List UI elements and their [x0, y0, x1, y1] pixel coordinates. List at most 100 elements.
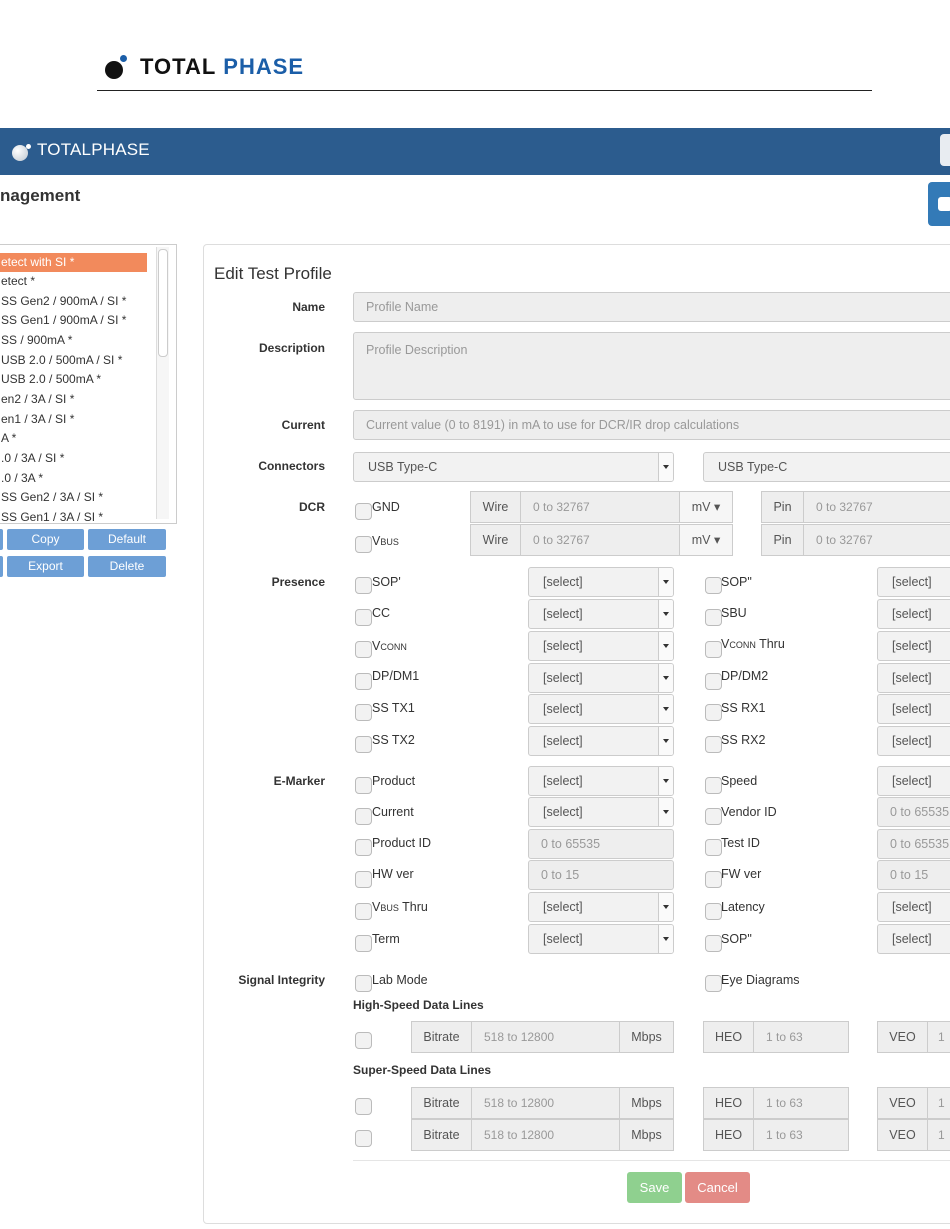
ssrx1-checkbox[interactable] [705, 704, 722, 721]
super-speed-2-veo-input[interactable]: 1 [927, 1119, 950, 1151]
profile-list-item[interactable]: SS Gen1 / 3A / SI * [0, 508, 147, 523]
gnd-pin-input[interactable]: 0 to 32767 [803, 491, 950, 523]
term-select[interactable]: [select] [528, 924, 674, 954]
profile-name-input[interactable]: Profile Name [353, 292, 950, 322]
profile-list-item[interactable]: SS Gen2 / 900mA / SI * [0, 292, 147, 311]
high-speed-checkbox[interactable] [355, 1032, 372, 1049]
import-button-cut[interactable] [0, 556, 3, 577]
ssrx1-select[interactable]: [select] [877, 694, 950, 724]
profile-list-item[interactable]: A * [0, 429, 147, 448]
lab-mode-checkbox[interactable] [355, 975, 372, 992]
dpdm1-checkbox[interactable] [355, 673, 372, 690]
profile-description-input[interactable]: Profile Description [353, 332, 950, 400]
profile-list-item[interactable]: en2 / 3A / SI * [0, 390, 147, 409]
profile-list[interactable]: etect with SI * etect * SS Gen2 / 900mA … [0, 244, 177, 524]
vbus-thru-checkbox[interactable] [355, 903, 372, 920]
sstx1-checkbox[interactable] [355, 704, 372, 721]
speed-select[interactable]: [select] [877, 766, 950, 796]
new-button-cut[interactable] [0, 529, 3, 550]
vbus-pin-input[interactable]: 0 to 32767 [803, 524, 950, 556]
super-speed-2-heo-input[interactable]: 1 to 63 [753, 1119, 849, 1151]
profile-list-item[interactable]: SS / 900mA * [0, 331, 147, 350]
profile-list-item[interactable]: etect with SI * [0, 253, 147, 272]
default-button[interactable]: Default [88, 529, 166, 550]
sstx2-checkbox[interactable] [355, 736, 372, 753]
profile-list-item[interactable]: etect * [0, 272, 147, 291]
super-speed-1-checkbox[interactable] [355, 1098, 372, 1115]
hw-ver-checkbox[interactable] [355, 871, 372, 888]
gnd-checkbox[interactable] [355, 503, 372, 520]
fw-ver-checkbox[interactable] [705, 871, 722, 888]
profile-list-item[interactable]: .0 / 3A * [0, 469, 147, 488]
vconn-thru-select[interactable]: [select] [877, 631, 950, 661]
dpdm1-select[interactable]: [select] [528, 663, 674, 693]
sop-double-prime-checkbox[interactable] [705, 577, 722, 594]
vconn-checkbox[interactable] [355, 641, 372, 658]
sop-double-prime-select[interactable]: [select] [877, 567, 950, 597]
vbus-checkbox[interactable] [355, 536, 372, 553]
product-checkbox[interactable] [355, 777, 372, 794]
latency-checkbox[interactable] [705, 903, 722, 920]
vconn-thru-checkbox[interactable] [705, 641, 722, 658]
scrollbar-thumb[interactable] [158, 249, 168, 357]
eye-diagrams-checkbox[interactable] [705, 975, 722, 992]
vbus-wire-input[interactable]: 0 to 32767 [520, 524, 680, 556]
super-speed-2-checkbox[interactable] [355, 1130, 372, 1147]
cancel-button[interactable]: Cancel [685, 1172, 750, 1203]
sop-prime-select[interactable]: [select] [528, 567, 674, 597]
test-id-checkbox[interactable] [705, 839, 722, 856]
fw-ver-input[interactable]: 0 to 15 [877, 860, 950, 890]
vendor-id-input[interactable]: 0 to 65535 [877, 797, 950, 827]
dpdm2-checkbox[interactable] [705, 673, 722, 690]
vendor-id-checkbox[interactable] [705, 808, 722, 825]
super-speed-2-bitrate-input[interactable]: 518 to 12800 [471, 1119, 620, 1151]
high-speed-heo-input[interactable]: 1 to 63 [753, 1021, 849, 1053]
ssrx2-checkbox[interactable] [705, 736, 722, 753]
cc-select[interactable]: [select] [528, 599, 674, 629]
high-speed-veo-input[interactable]: 1 [927, 1021, 950, 1053]
test-id-input[interactable]: 0 to 65535 [877, 829, 950, 859]
emarker-sop-double-prime-select[interactable]: [select] [877, 924, 950, 954]
sop-prime-checkbox[interactable] [355, 577, 372, 594]
profile-list-item[interactable]: .0 / 3A / SI * [0, 449, 147, 468]
vconn-select[interactable]: [select] [528, 631, 674, 661]
speed-checkbox[interactable] [705, 777, 722, 794]
emarker-current-select[interactable]: [select] [528, 797, 674, 827]
profile-list-item[interactable]: USB 2.0 / 500mA * [0, 370, 147, 389]
hw-ver-input[interactable]: 0 to 15 [528, 860, 674, 890]
current-checkbox[interactable] [355, 808, 372, 825]
save-button[interactable]: Save [627, 1172, 682, 1203]
profile-list-item[interactable]: USB 2.0 / 500mA / SI * [0, 351, 147, 370]
delete-button[interactable]: Delete [88, 556, 166, 577]
sstx1-select[interactable]: [select] [528, 694, 674, 724]
connector-left-select[interactable]: USB Type-C [353, 452, 674, 482]
app-logo[interactable]: TOTALPHASE [12, 139, 150, 161]
sstx2-select[interactable]: [select] [528, 726, 674, 756]
new-profile-button[interactable] [928, 182, 950, 226]
dpdm2-select[interactable]: [select] [877, 663, 950, 693]
product-id-input[interactable]: 0 to 65535 [528, 829, 674, 859]
gnd-wire-unit-dropdown[interactable]: mV ▾ [679, 491, 733, 523]
export-button[interactable]: Export [7, 556, 84, 577]
vbus-wire-unit-dropdown[interactable]: mV ▾ [679, 524, 733, 556]
super-speed-1-bitrate-input[interactable]: 518 to 12800 [471, 1087, 620, 1119]
ssrx2-select[interactable]: [select] [877, 726, 950, 756]
copy-button[interactable]: Copy [7, 529, 84, 550]
product-select[interactable]: [select] [528, 766, 674, 796]
current-input[interactable]: Current value (0 to 8191) in mA to use f… [353, 410, 950, 440]
emarker-sop-double-prime-checkbox[interactable] [705, 935, 722, 952]
sbu-select[interactable]: [select] [877, 599, 950, 629]
term-checkbox[interactable] [355, 935, 372, 952]
gnd-wire-input[interactable]: 0 to 32767 [520, 491, 680, 523]
product-id-checkbox[interactable] [355, 839, 372, 856]
cc-checkbox[interactable] [355, 609, 372, 626]
profile-list-item[interactable]: SS Gen1 / 900mA / SI * [0, 311, 147, 330]
connector-right-select[interactable]: USB Type-C [703, 452, 950, 482]
profile-list-item[interactable]: en1 / 3A / SI * [0, 410, 147, 429]
latency-select[interactable]: [select] [877, 892, 950, 922]
super-speed-1-heo-input[interactable]: 1 to 63 [753, 1087, 849, 1119]
sbu-checkbox[interactable] [705, 609, 722, 626]
vbus-thru-select[interactable]: [select] [528, 892, 674, 922]
super-speed-1-veo-input[interactable]: 1 [927, 1087, 950, 1119]
menu-toggle-button[interactable] [940, 134, 950, 166]
